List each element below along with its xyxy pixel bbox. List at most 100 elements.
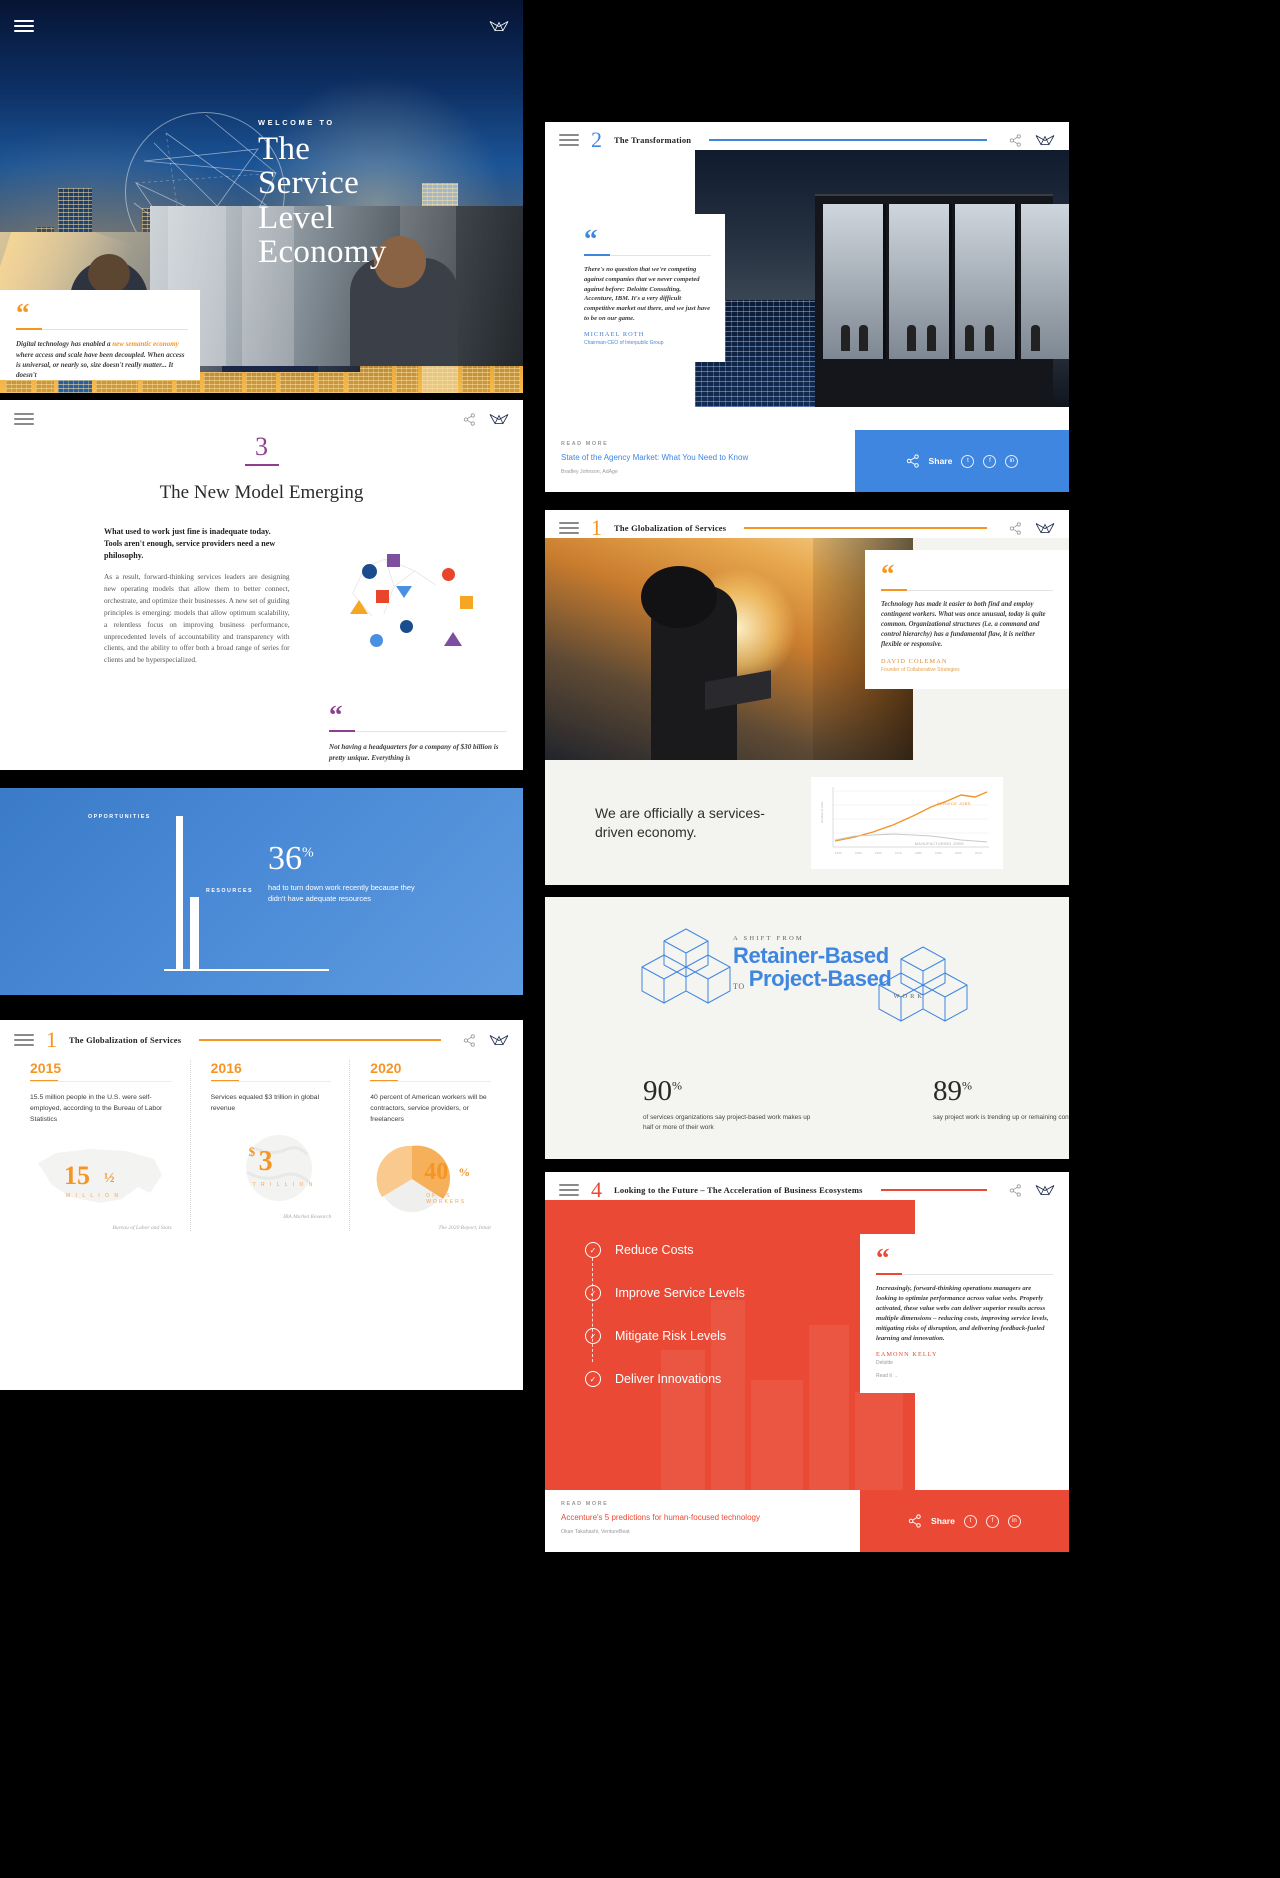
list-item-label: Mitigate Risk Levels — [615, 1329, 727, 1343]
share-label: Share — [928, 456, 953, 466]
timeline-topbar: 1 The Globalization of Services — [0, 1020, 523, 1052]
transformation-section-number: 2 — [591, 127, 602, 152]
quote-mark-icon: “ — [881, 559, 895, 589]
future-quote-author: EAMONN KELLY — [876, 1351, 938, 1359]
list-item: ✓ Improve Service Levels — [585, 1285, 745, 1301]
timeline-viz-prefix: $ — [248, 1144, 256, 1160]
read-more-byline: Bradley Johnson, AdAge — [561, 469, 618, 475]
new-model-quote-card: “ Not having a headquarters for a compan… — [313, 690, 523, 770]
hero-title: The Service Level Economy — [258, 132, 387, 269]
timeline-source: Bureau of Labor and Stats — [112, 1225, 172, 1232]
mavenlink-logo-icon[interactable] — [1035, 521, 1055, 535]
svg-text:MANUFACTURING JOBS: MANUFACTURING JOBS — [915, 842, 964, 846]
share-icon[interactable] — [908, 1514, 922, 1528]
photo-person-left-head — [88, 254, 130, 294]
stat-unit: % — [672, 1077, 682, 1092]
twitter-icon[interactable]: t — [963, 1514, 977, 1528]
hamburger-menu-icon[interactable] — [14, 410, 34, 428]
timeline-viz-number: 3 — [258, 1146, 273, 1178]
mavenlink-logo-icon[interactable] — [489, 412, 509, 426]
timeline-viz-donut: 40 % OF US WORKERS — [370, 1141, 491, 1219]
share-icon[interactable] — [463, 412, 476, 426]
list-item: ✓ Mitigate Risk Levels — [585, 1328, 745, 1344]
new-model-shape-cluster-graphic — [332, 552, 473, 662]
share-icon[interactable] — [1009, 1183, 1022, 1197]
new-model-icons — [453, 412, 509, 426]
timeline-viz-sub: OF US WORKERS — [426, 1193, 467, 1206]
timeline-source: IBA Market Research — [283, 1214, 332, 1221]
hero-title-line-2: Service — [258, 165, 360, 202]
future-section-number: 4 — [591, 1177, 602, 1202]
svg-text:2010: 2010 — [975, 851, 982, 855]
timeline-column-2015: 2015 15.5 million people in the U.S. wer… — [30, 1060, 190, 1231]
timeline-viz-sub: M I L L I O N — [66, 1193, 120, 1200]
hamburger-menu-icon[interactable] — [559, 1181, 579, 1199]
hamburger-menu-icon[interactable] — [559, 519, 579, 537]
stat-description: of services organizations say project-ba… — [643, 1113, 811, 1131]
svg-text:1980: 1980 — [915, 851, 922, 855]
quote-part-1: Digital technology has enabled a — [16, 340, 113, 349]
mavenlink-logo-icon[interactable] — [1035, 1183, 1055, 1197]
svg-text:1960: 1960 — [875, 851, 882, 855]
retainer-from-label: Retainer-Based — [733, 943, 889, 968]
services-vs-manufacturing-line-chart: SERVICE JOBS MANUFACTURING JOBS Number o… — [811, 776, 1003, 869]
hero-title-line-4: Economy — [258, 233, 387, 270]
retainer-stats-row: 90% of services organizations say projec… — [643, 1074, 1069, 1134]
stat-description: say project work is trending up or remai… — [933, 1113, 1069, 1121]
future-quote-card: “ Increasingly, forward-thinking operati… — [860, 1234, 1069, 1394]
hamburger-menu-icon[interactable] — [14, 17, 34, 35]
stat-value: 89 — [933, 1074, 962, 1107]
mavenlink-logo-icon[interactable] — [489, 1033, 509, 1047]
quote-part-2: where access and scale have been decoupl… — [16, 350, 185, 380]
timeline-year: 2016 — [210, 1060, 242, 1076]
share-icon[interactable] — [1009, 521, 1022, 535]
hero-welcome-label: WELCOME TO — [258, 118, 335, 127]
svg-text:2000: 2000 — [955, 851, 962, 855]
transformation-share-bar[interactable]: Share t f in — [855, 430, 1069, 492]
quote-mark-icon: “ — [584, 224, 598, 254]
facebook-icon[interactable]: f — [985, 1514, 999, 1528]
transformation-section-title: The Transformation — [614, 135, 692, 145]
read-more-link[interactable]: State of the Agency Market: What You Nee… — [561, 453, 748, 462]
transformation-read-more[interactable]: READ MORE State of the Agency Market: Wh… — [545, 430, 855, 492]
read-more-label: READ MORE — [561, 441, 609, 447]
timeline-viz-fraction: ½ — [104, 1171, 115, 1187]
hamburger-menu-icon[interactable] — [559, 131, 579, 149]
timeline-year: 2020 — [370, 1060, 402, 1076]
share-label: Share — [931, 1516, 955, 1526]
retainer-to-word: TO — [733, 981, 745, 991]
timeline-description: 40 percent of American workers will be c… — [370, 1093, 487, 1124]
twitter-icon[interactable]: t — [961, 454, 975, 468]
new-model-number: 3 — [255, 432, 268, 461]
future-read-more[interactable]: READ MORE Accenture's 5 predictions for … — [545, 1490, 860, 1552]
future-share-bar[interactable]: Share t f in — [860, 1490, 1069, 1552]
hero-title-line-3: Level — [258, 199, 335, 236]
timeline-viz-number: 15 — [64, 1161, 90, 1191]
share-icon[interactable] — [463, 1033, 476, 1047]
share-icon[interactable] — [1009, 133, 1022, 147]
facebook-icon[interactable]: f — [983, 454, 997, 468]
read-more-link[interactable]: Accenture's 5 predictions for human-focu… — [561, 1513, 760, 1522]
mavenlink-logo-icon[interactable] — [489, 19, 509, 33]
transformation-quote-author: MICHAEL ROTH — [584, 331, 645, 339]
timeline-year: 2015 — [30, 1060, 62, 1076]
future-checklist: ✓ Reduce Costs ✓ Improve Service Levels … — [585, 1242, 745, 1414]
blue-stat-block: 36% had to turn down work recently becau… — [268, 842, 418, 905]
globalization-headline: We are officially a services-driven econ… — [595, 804, 765, 840]
globalization-photo — [545, 538, 913, 760]
quote-mark-icon: “ — [329, 700, 343, 730]
timeline-section-number: 1 — [46, 1027, 57, 1052]
linkedin-icon[interactable]: in — [1007, 1514, 1021, 1528]
mavenlink-logo-icon[interactable] — [1035, 133, 1055, 147]
timeline-column-2016: 2016 Services equaled $3 trillion in glo… — [189, 1060, 350, 1232]
hamburger-menu-icon[interactable] — [14, 1031, 34, 1049]
retainer-shift-label: A SHIFT FROM — [733, 935, 804, 942]
timeline-source: The 2020 Report, Intuit — [438, 1225, 491, 1232]
hero-icons — [479, 19, 509, 33]
read-it-link[interactable]: Read it → — [876, 1373, 1053, 1379]
svg-text:1950: 1950 — [855, 851, 862, 855]
globalization-quote-author-role: Founder of Collaborative Strategies — [881, 667, 960, 674]
share-icon[interactable] — [906, 454, 920, 468]
linkedin-icon[interactable]: in — [1005, 454, 1019, 468]
transformation-panel: 2 The Transformation “ There's no questi… — [545, 122, 1069, 492]
